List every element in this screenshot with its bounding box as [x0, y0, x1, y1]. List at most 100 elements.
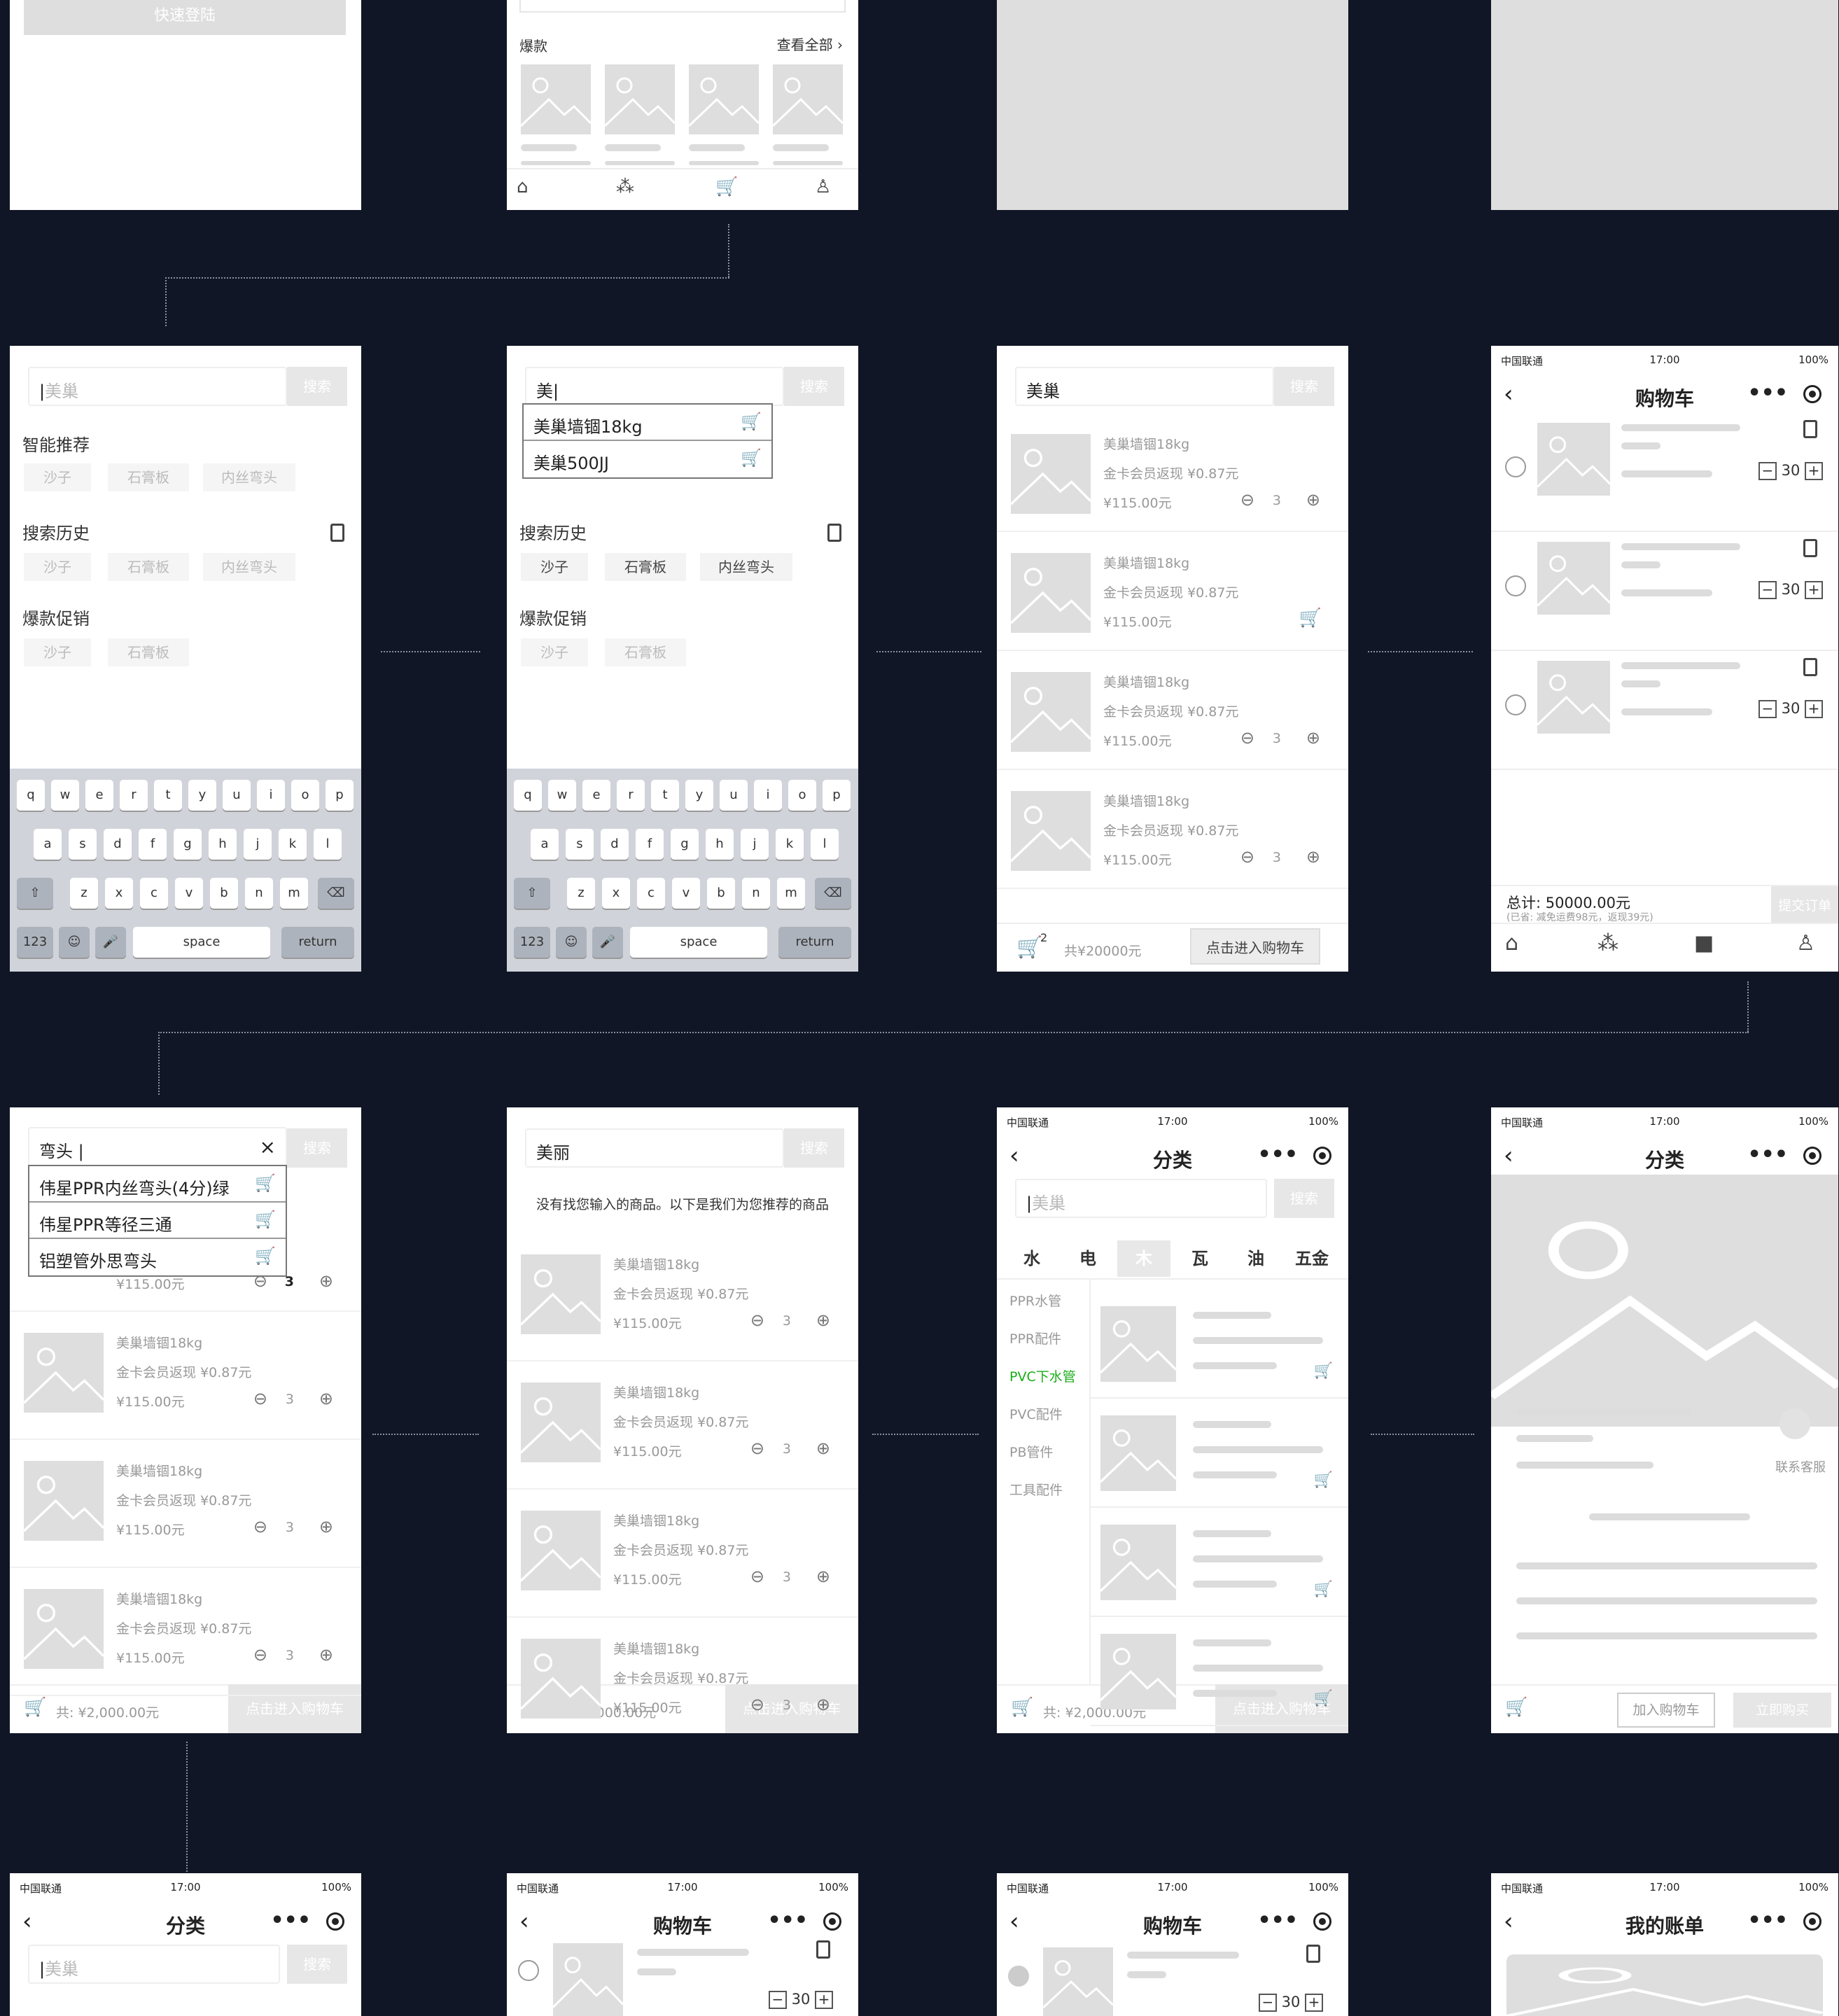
- product-row[interactable]: 美巢墙锢18kg 金卡会员返现 ¥0.87元 ¥115.00元 ⊖ 3 ⊕: [507, 1362, 858, 1490]
- cart-icon[interactable]: 🛒: [24, 1697, 46, 1718]
- key[interactable]: q: [514, 780, 542, 811]
- qty-stepper[interactable]: − 30 +: [1758, 700, 1823, 718]
- key[interactable]: w: [51, 780, 79, 811]
- search-input[interactable]: 美|: [525, 367, 784, 406]
- more-icon[interactable]: •••: [270, 1908, 311, 1933]
- key[interactable]: x: [602, 878, 630, 909]
- minus-icon[interactable]: ⊖: [750, 1438, 764, 1458]
- minus-icon[interactable]: ⊖: [253, 1517, 267, 1536]
- suggestion-item[interactable]: 美巢500JJ 🛒: [524, 441, 771, 477]
- user-icon[interactable]: ♙: [1796, 931, 1815, 955]
- key[interactable]: y: [188, 780, 216, 811]
- key[interactable]: z: [70, 878, 98, 909]
- more-icon[interactable]: •••: [1257, 1142, 1298, 1167]
- delete-key[interactable]: ⌫: [815, 878, 851, 909]
- product-row[interactable]: 美巢墙锢18kg 金卡会员返现 ¥0.87元 ¥115.00元 ⊖ 3 ⊕: [10, 1440, 361, 1568]
- key[interactable]: p: [326, 780, 354, 811]
- tab-0[interactable]: 水: [1005, 1240, 1058, 1277]
- minus-icon[interactable]: ⊖: [253, 1389, 267, 1408]
- suggestion-item[interactable]: 美巢墙锢18kg 🛒: [524, 405, 771, 441]
- key[interactable]: v: [672, 878, 700, 909]
- minus-icon[interactable]: ⊖: [1240, 847, 1254, 867]
- space-key[interactable]: space: [133, 927, 270, 958]
- key[interactable]: r: [120, 780, 148, 811]
- tag[interactable]: 石膏板: [605, 553, 686, 581]
- cart-icon[interactable]: 🛒: [1016, 935, 1042, 960]
- key[interactable]: g: [174, 829, 202, 860]
- key[interactable]: t: [651, 780, 679, 811]
- search-button[interactable]: 搜索: [1274, 367, 1334, 406]
- more-icon[interactable]: •••: [767, 1908, 808, 1933]
- key[interactable]: u: [223, 780, 251, 811]
- key[interactable]: f: [636, 829, 664, 860]
- product-row[interactable]: 美巢墙锢18kg 金卡会员返现 ¥0.87元 ¥115.00元 ⊖ 3 ⊕: [507, 1618, 858, 1733]
- cart-icon[interactable]: 🛒: [1011, 1697, 1033, 1718]
- key[interactable]: v: [175, 878, 203, 909]
- cart-icon[interactable]: 🛒: [1505, 1697, 1527, 1718]
- search-input[interactable]: 美巢: [1015, 367, 1274, 406]
- key[interactable]: j: [244, 829, 272, 860]
- home-icon[interactable]: ⌂: [1505, 931, 1518, 955]
- search-button[interactable]: 搜索: [287, 367, 347, 406]
- side-item-4[interactable]: PB管件: [1009, 1442, 1054, 1461]
- num-key[interactable]: 123: [17, 927, 53, 958]
- plus-icon[interactable]: ⊕: [319, 1645, 333, 1665]
- key[interactable]: b: [707, 878, 735, 909]
- select-radio[interactable]: [518, 1960, 539, 1981]
- side-item-0[interactable]: PPR水管: [1009, 1291, 1061, 1310]
- more-icon[interactable]: •••: [1747, 1142, 1788, 1167]
- plus-icon[interactable]: ⊕: [319, 1389, 333, 1408]
- record-icon[interactable]: [1313, 1147, 1331, 1165]
- keyboard[interactable]: q w e r t y u i o p a s d f g h j k l ⇧ z x c v b n m ⌫ 123 ☺ 🎤 space re…: [10, 769, 361, 972]
- add-to-cart-button[interactable]: 加入购物车: [1617, 1693, 1715, 1728]
- plus-icon[interactable]: ⊕: [816, 1310, 830, 1330]
- side-item-2[interactable]: PVC下水管: [1009, 1366, 1076, 1385]
- key[interactable]: g: [671, 829, 699, 860]
- view-all-link[interactable]: 查看全部 ›: [777, 34, 843, 54]
- key[interactable]: w: [548, 780, 576, 811]
- key[interactable]: h: [706, 829, 734, 860]
- product-row[interactable]: 美巢墙锢18kg 金卡会员返现 ¥0.87元 ¥115.00元 ⊖ 3 ⊕: [997, 413, 1348, 532]
- product-thumb[interactable]: [1100, 1525, 1176, 1600]
- qty-stepper[interactable]: − 30 +: [1758, 581, 1823, 599]
- key[interactable]: l: [811, 829, 839, 860]
- search-input[interactable]: 美丽: [525, 1128, 784, 1168]
- key[interactable]: n: [742, 878, 770, 909]
- plus-icon[interactable]: ⊕: [816, 1438, 830, 1458]
- category-icon[interactable]: ⁂: [1597, 931, 1618, 955]
- key[interactable]: j: [741, 829, 769, 860]
- plus-icon[interactable]: ⊕: [1306, 490, 1320, 510]
- enter-cart-button[interactable]: 点击进入购物车: [1190, 928, 1320, 965]
- key[interactable]: e: [582, 780, 610, 811]
- emoji-key[interactable]: ☺: [59, 927, 90, 958]
- contact-service-link[interactable]: 联系客服: [1775, 1457, 1826, 1476]
- search-button[interactable]: 搜索: [287, 1945, 347, 1984]
- select-radio[interactable]: [1505, 694, 1526, 715]
- product-thumb[interactable]: [1100, 1415, 1176, 1491]
- product-thumb[interactable]: [605, 64, 675, 134]
- key[interactable]: a: [34, 829, 62, 860]
- product-row[interactable]: 美巢墙锢18kg 金卡会员返现 ¥0.87元 ¥115.00元 🛒: [997, 532, 1348, 651]
- search-input[interactable]: |美巢: [28, 367, 287, 406]
- side-item-5[interactable]: 工具配件: [1009, 1480, 1063, 1499]
- key[interactable]: o: [788, 780, 816, 811]
- key[interactable]: k: [776, 829, 804, 860]
- trash-icon[interactable]: [1803, 658, 1817, 676]
- tag[interactable]: 石膏板: [605, 638, 686, 666]
- keyboard[interactable]: q w e r t y u i o p a s d f g h j k l ⇧ z x c v b n m ⌫ 123 ☺ 🎤 space re…: [507, 769, 858, 972]
- search-button[interactable]: 搜索: [1274, 1179, 1334, 1218]
- plus-icon[interactable]: ⊕: [816, 1567, 830, 1586]
- key[interactable]: z: [567, 878, 595, 909]
- select-radio-checked[interactable]: [1008, 1966, 1029, 1987]
- key[interactable]: e: [85, 780, 113, 811]
- trash-icon[interactable]: [330, 524, 344, 542]
- key[interactable]: u: [720, 780, 748, 811]
- more-icon[interactable]: •••: [1747, 1908, 1788, 1933]
- key[interactable]: s: [69, 829, 97, 860]
- return-key[interactable]: return: [281, 927, 354, 958]
- product-thumb[interactable]: [521, 64, 591, 134]
- qty-stepper[interactable]: − 30 +: [1758, 462, 1823, 480]
- tag[interactable]: 内丝弯头: [203, 553, 295, 581]
- cart-icon[interactable]: 🛒: [1314, 1581, 1333, 1598]
- product-thumb[interactable]: [1100, 1306, 1176, 1382]
